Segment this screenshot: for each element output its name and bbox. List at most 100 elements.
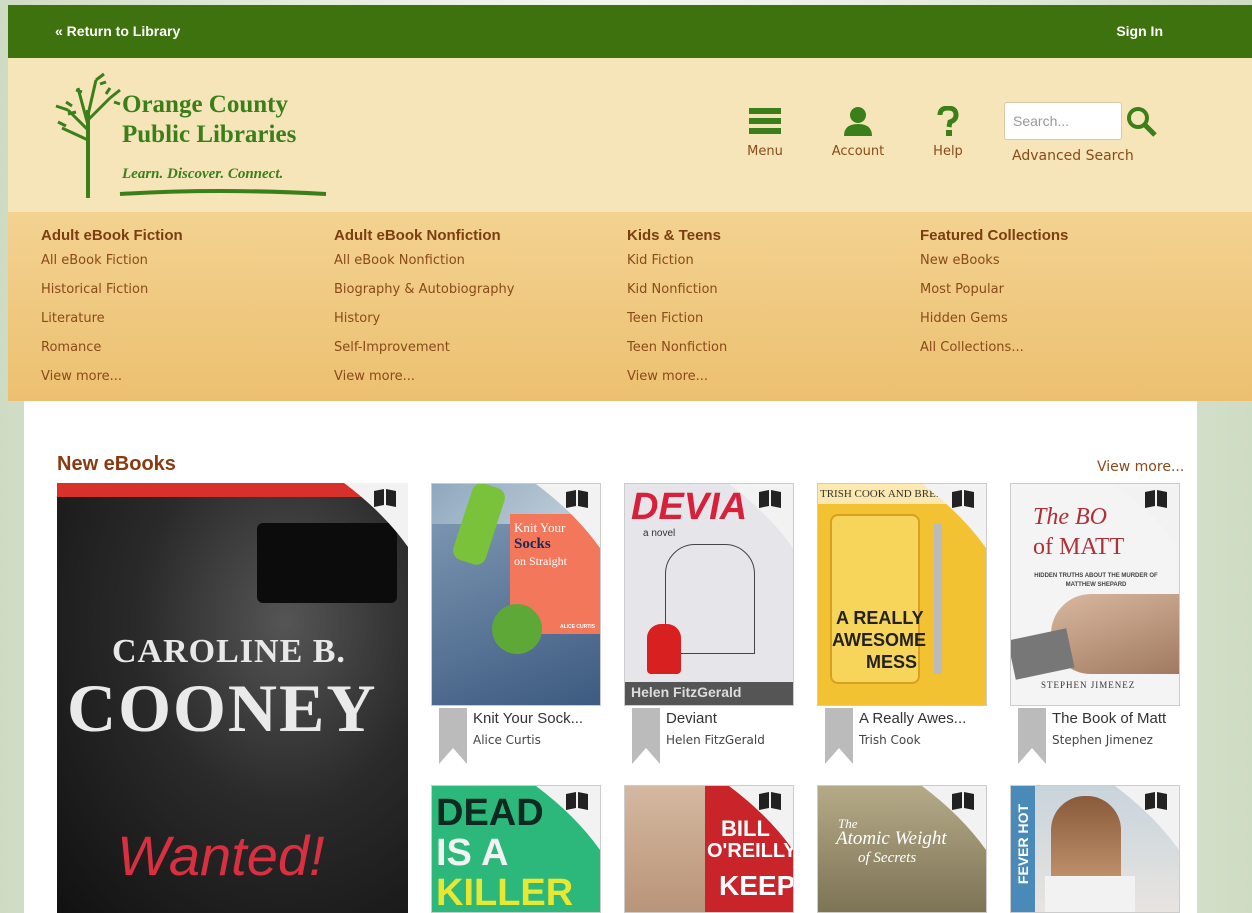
logo-tagline: Learn. Discover. Connect. bbox=[122, 166, 284, 182]
bookmark-icon[interactable] bbox=[632, 708, 660, 764]
menu-view-more[interactable]: View more... bbox=[41, 369, 321, 398]
book-cover[interactable]: The Atomic Weight of Secrets bbox=[817, 785, 987, 913]
menu-link[interactable]: Romance bbox=[41, 340, 321, 369]
search-input[interactable]: Search... bbox=[1004, 102, 1122, 140]
menu-link[interactable]: All eBook Fiction bbox=[41, 253, 321, 282]
book-cover[interactable]: DEVIA a novel Helen FitzGerald bbox=[624, 483, 794, 706]
header: Orange County Public Libraries Learn. Di… bbox=[8, 58, 1252, 212]
cover-text: ALICE CURTIS bbox=[560, 624, 595, 630]
cover-yarn bbox=[492, 604, 542, 654]
cover-text: FEVER HOT bbox=[1015, 803, 1032, 885]
menu-link[interactable]: New eBooks bbox=[920, 253, 1200, 282]
cover-text: DEAD bbox=[436, 792, 544, 834]
sign-in-link[interactable]: Sign In bbox=[1116, 23, 1163, 39]
cover-uniform bbox=[1045, 876, 1135, 912]
book-cover[interactable]: The BO of MATT HIDDEN TRUTHS ABOUT THE M… bbox=[1010, 483, 1180, 706]
return-to-library-link[interactable]: « Return to Library bbox=[55, 23, 180, 39]
featured-book-cover[interactable]: CAROLINE B. COONEY Wanted! bbox=[57, 483, 408, 913]
cover-text: of Secrets bbox=[858, 850, 917, 866]
menu-button[interactable]: Menu bbox=[740, 106, 790, 159]
menu-column-fiction: Adult eBook Fiction All eBook Fiction Hi… bbox=[41, 227, 321, 398]
menu-link[interactable]: Kid Nonfiction bbox=[627, 282, 907, 311]
menu-heading[interactable]: Adult eBook Nonfiction bbox=[334, 227, 614, 244]
menu-link[interactable]: Teen Nonfiction bbox=[627, 340, 907, 369]
cover-portrait bbox=[625, 786, 705, 912]
menu-link[interactable]: Literature bbox=[41, 311, 321, 340]
menu-view-more[interactable]: View more... bbox=[334, 369, 614, 398]
book-cover[interactable]: FEVER HOT bbox=[1010, 785, 1180, 913]
logo-line-2: Public Libraries bbox=[122, 121, 297, 148]
book-type-icon bbox=[922, 484, 986, 548]
menu-view-more[interactable]: View more... bbox=[627, 369, 907, 398]
bookmark-icon[interactable] bbox=[1018, 708, 1046, 764]
menu-link[interactable]: Historical Fiction bbox=[41, 282, 321, 311]
help-button[interactable]: Help bbox=[926, 105, 970, 159]
menu-link[interactable]: Most Popular bbox=[920, 282, 1200, 311]
search-icon bbox=[1127, 107, 1157, 137]
bookmark-icon[interactable] bbox=[439, 708, 467, 764]
featured-author: CAROLINE B. bbox=[112, 633, 346, 670]
book-cover[interactable]: DEAD IS A KILLER bbox=[431, 785, 601, 913]
main-content: New eBooks View more... CAROLINE B. COON… bbox=[24, 401, 1197, 913]
book-tile[interactable]: DEVIA a novel Helen FitzGerald Deviant H… bbox=[624, 483, 804, 773]
advanced-search-link[interactable]: Advanced Search bbox=[1012, 148, 1134, 164]
book-tile[interactable]: The BO of MATT HIDDEN TRUTHS ABOUT THE M… bbox=[1010, 483, 1190, 773]
menu-link[interactable]: Teen Fiction bbox=[627, 311, 907, 340]
menu-heading[interactable]: Adult eBook Fiction bbox=[41, 227, 321, 244]
menu-link[interactable]: Kid Fiction bbox=[627, 253, 907, 282]
book-tile[interactable]: BILL O'REILLY KEEP bbox=[624, 785, 794, 913]
book-cover[interactable]: BILL O'REILLY KEEP bbox=[624, 785, 794, 913]
cover-text: on Straight bbox=[514, 554, 567, 568]
cover-text: of MATT bbox=[1033, 534, 1125, 560]
menu-heading[interactable]: Kids & Teens bbox=[627, 227, 907, 244]
book-author[interactable]: Helen FitzGerald bbox=[666, 733, 765, 747]
menu-link[interactable]: Self-Improvement bbox=[334, 340, 614, 369]
book-type-icon bbox=[536, 484, 600, 548]
library-logo[interactable]: Orange County Public Libraries Learn. Di… bbox=[48, 70, 338, 200]
menu-heading[interactable]: Featured Collections bbox=[920, 227, 1200, 244]
view-more-link[interactable]: View more... bbox=[1097, 459, 1184, 475]
question-icon bbox=[937, 105, 959, 136]
cover-text: The BO bbox=[1033, 504, 1107, 530]
book-title[interactable]: Deviant bbox=[666, 710, 792, 727]
book-type-icon bbox=[922, 786, 986, 850]
cover-text: HIDDEN TRUTHS ABOUT THE MURDER OF MATTHE… bbox=[1034, 573, 1158, 588]
cover-text: MESS bbox=[866, 652, 918, 672]
book-author[interactable]: Alice Curtis bbox=[473, 733, 541, 747]
book-tile[interactable]: FEVER HOT bbox=[1010, 785, 1180, 913]
cover-figure-red bbox=[647, 624, 681, 674]
menu-link[interactable]: All Collections... bbox=[920, 340, 1200, 369]
menu-label: Menu bbox=[747, 144, 783, 159]
book-tile[interactable]: TRISH COOK AND BREN A REALLY AWESOME MES… bbox=[817, 483, 997, 773]
menu-link[interactable]: All eBook Nonfiction bbox=[334, 253, 614, 282]
menu-link[interactable]: History bbox=[334, 311, 614, 340]
account-label: Account bbox=[831, 144, 885, 159]
book-tile[interactable]: Knit Your Socks on Straight ALICE CURTIS… bbox=[431, 483, 611, 773]
cover-text: AWESOME bbox=[832, 630, 927, 650]
book-tile[interactable]: The Atomic Weight of Secrets bbox=[817, 785, 987, 913]
menu-link[interactable]: Biography & Autobiography bbox=[334, 282, 614, 311]
menu-column-nonfiction: Adult eBook Nonfiction All eBook Nonfict… bbox=[334, 227, 614, 398]
book-type-icon bbox=[729, 484, 793, 548]
logo-title: Orange County Public Libraries bbox=[122, 90, 296, 150]
account-button[interactable]: Account bbox=[823, 106, 893, 159]
book-title[interactable]: A Really Awes... bbox=[859, 710, 985, 727]
menu-link[interactable]: Hidden Gems bbox=[920, 311, 1200, 340]
search-button[interactable] bbox=[1125, 105, 1159, 139]
book-cover[interactable]: Knit Your Socks on Straight ALICE CURTIS bbox=[431, 483, 601, 706]
bookmark-icon[interactable] bbox=[825, 708, 853, 764]
featured-surname: COONEY bbox=[67, 670, 378, 746]
tree-icon bbox=[55, 72, 121, 198]
book-type-icon bbox=[1115, 786, 1179, 850]
book-title[interactable]: The Book of Matt bbox=[1052, 710, 1178, 727]
book-cover[interactable]: TRISH COOK AND BREN A REALLY AWESOME MES… bbox=[817, 483, 987, 706]
menu-column-kids-teens: Kids & Teens Kid Fiction Kid Nonfiction … bbox=[627, 227, 907, 398]
section-title: New eBooks bbox=[57, 453, 176, 475]
book-author[interactable]: Stephen Jimenez bbox=[1052, 733, 1153, 747]
category-menu: Adult eBook Fiction All eBook Fiction Hi… bbox=[8, 212, 1252, 401]
cover-text: IS A bbox=[436, 832, 509, 874]
help-label: Help bbox=[933, 144, 963, 159]
book-author[interactable]: Trish Cook bbox=[859, 733, 921, 747]
book-title[interactable]: Knit Your Sock... bbox=[473, 710, 599, 727]
book-tile[interactable]: DEAD IS A KILLER bbox=[431, 785, 601, 913]
